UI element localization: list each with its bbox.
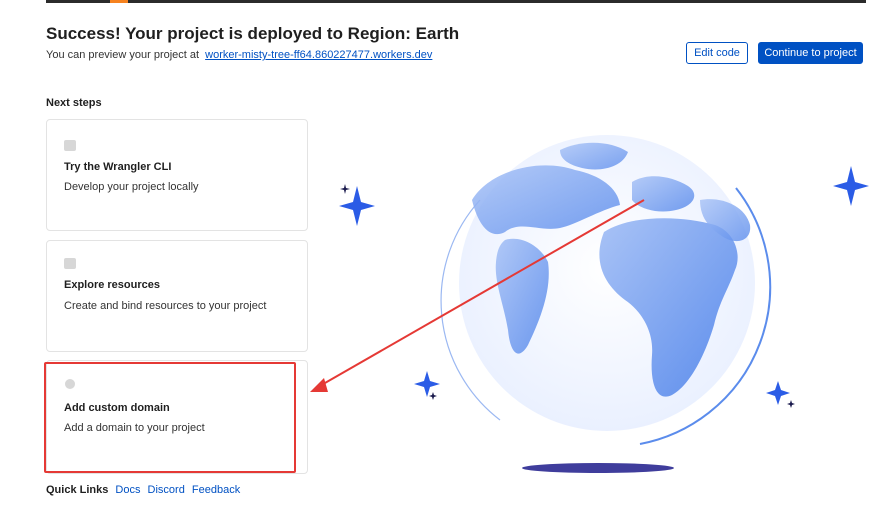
continent-africa bbox=[599, 218, 738, 397]
annotation-highlight-box bbox=[44, 362, 296, 473]
card-description: Create and bind resources to your projec… bbox=[64, 300, 267, 312]
continent-south-america bbox=[495, 238, 549, 354]
preview-label: You can preview your project at bbox=[46, 49, 200, 61]
page-title: Success! Your project is deployed to Reg… bbox=[46, 24, 460, 43]
card-wrangler-cli[interactable]: Try the Wrangler CLI Develop your projec… bbox=[46, 119, 308, 231]
terminal-icon bbox=[64, 140, 76, 151]
sparkle-icon bbox=[339, 166, 869, 408]
quick-links-label: Quick Links bbox=[46, 484, 109, 496]
card-description: Develop your project locally bbox=[64, 181, 199, 193]
globe-shadow bbox=[522, 463, 674, 473]
annotation-arrow bbox=[310, 199, 645, 392]
edit-code-button[interactable]: Edit code bbox=[686, 42, 748, 64]
card-title: Explore resources bbox=[64, 279, 160, 291]
preview-text: You can preview your project at worker-m… bbox=[46, 49, 432, 61]
quick-link-feedback[interactable]: Feedback bbox=[192, 484, 240, 496]
globe-sphere bbox=[459, 135, 755, 431]
quick-links: Quick Links Docs Discord Feedback bbox=[46, 484, 244, 496]
quick-link-docs[interactable]: Docs bbox=[115, 484, 140, 496]
top-bar-accent bbox=[110, 0, 128, 3]
card-title: Try the Wrangler CLI bbox=[64, 161, 172, 173]
continue-to-project-button[interactable]: Continue to project bbox=[758, 42, 863, 64]
continent-greenland bbox=[560, 142, 628, 170]
card-explore-resources[interactable]: Explore resources Create and bind resour… bbox=[46, 240, 308, 352]
quick-link-discord[interactable]: Discord bbox=[148, 484, 185, 496]
top-bar bbox=[46, 0, 866, 3]
next-steps-heading: Next steps bbox=[46, 97, 102, 109]
continent-north-america bbox=[472, 165, 620, 235]
continent-europe bbox=[632, 176, 695, 212]
globe-orbit-ring bbox=[639, 187, 772, 445]
preview-link[interactable]: worker-misty-tree-ff64.860227477.workers… bbox=[205, 49, 432, 61]
globe-orbit-ring-inner bbox=[440, 199, 501, 421]
link-icon bbox=[64, 258, 76, 269]
continent-arabia bbox=[700, 199, 751, 242]
